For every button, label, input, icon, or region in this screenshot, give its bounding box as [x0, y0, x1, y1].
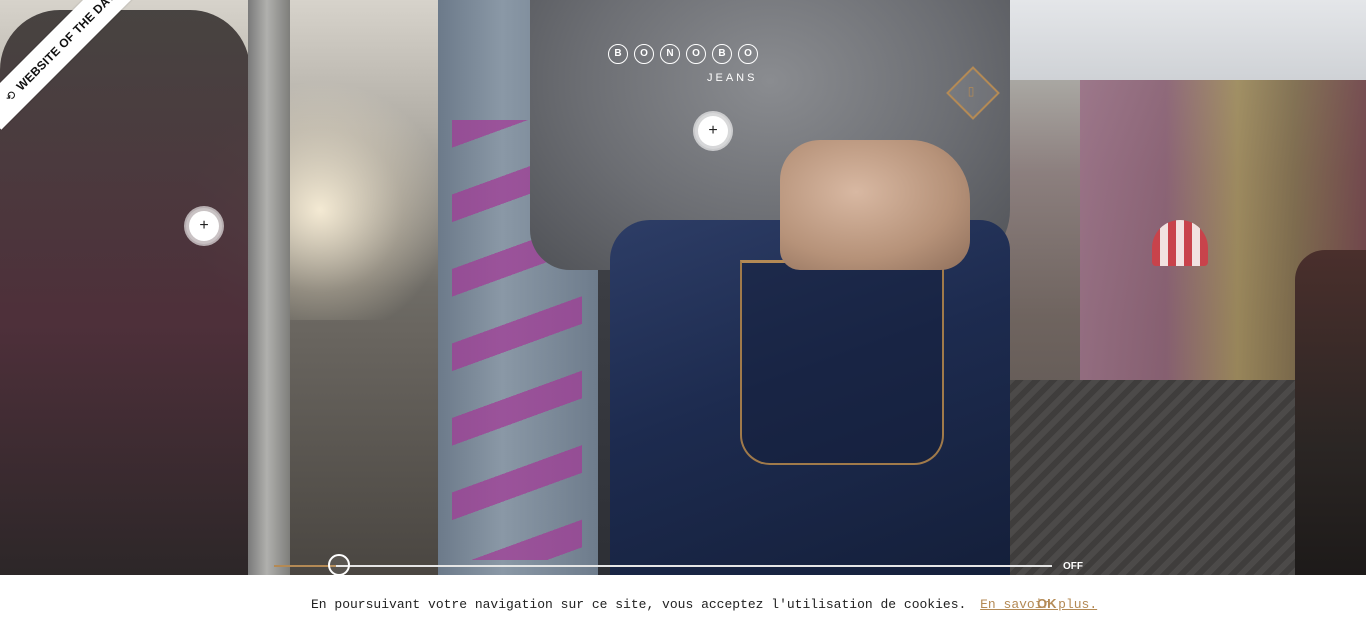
product-hotspot[interactable]: +	[698, 116, 728, 146]
logo-letter: B	[712, 44, 732, 64]
logo-subtitle: JEANS	[707, 72, 758, 84]
logo-wordmark: B O N O B O	[603, 44, 763, 64]
awwwards-icon: ⟲	[2, 87, 20, 105]
slider-handle[interactable]	[328, 554, 350, 576]
woman-figure	[1295, 250, 1366, 575]
hero-image	[0, 0, 1366, 575]
slider-track[interactable]	[274, 565, 1052, 567]
logo-letter: O	[686, 44, 706, 64]
product-hotspot[interactable]: +	[189, 211, 219, 241]
cookie-ok-button[interactable]: OK	[1037, 596, 1057, 611]
hand	[780, 140, 970, 270]
jeans-pocket	[740, 260, 944, 465]
logo-letter: O	[738, 44, 758, 64]
brand-logo[interactable]: B O N O B O JEANS	[603, 44, 763, 84]
cookie-message: En poursuivant votre navigation sur ce s…	[311, 597, 1097, 612]
logo-letter: O	[634, 44, 654, 64]
logo-letter: N	[660, 44, 680, 64]
logo-letter: B	[608, 44, 628, 64]
cookie-bar: En poursuivant votre navigation sur ce s…	[0, 575, 1366, 633]
cookie-text: En poursuivant votre navigation sur ce s…	[311, 597, 967, 612]
book-icon: ▯	[967, 84, 975, 98]
couple-figure	[0, 10, 250, 575]
slider-fill	[274, 565, 337, 567]
sound-toggle-label[interactable]: OFF	[1063, 561, 1083, 572]
sky	[990, 0, 1366, 80]
street-pole	[248, 0, 290, 575]
